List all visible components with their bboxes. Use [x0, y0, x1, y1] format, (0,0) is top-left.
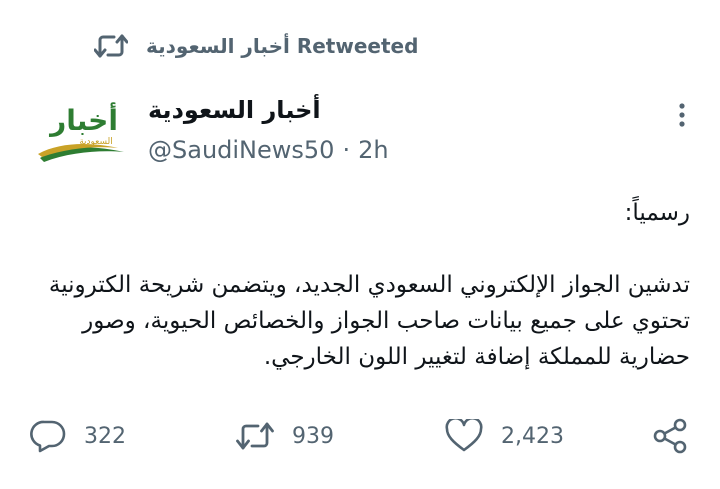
- share-icon: [652, 418, 688, 454]
- retweet-header-text[interactable]: أخبار السعودية Retweeted: [146, 34, 418, 58]
- like-button[interactable]: 2,423: [445, 414, 564, 458]
- author-name[interactable]: أخبار السعودية: [148, 96, 321, 124]
- more-dots-icon[interactable]: [668, 100, 696, 130]
- avatar[interactable]: أخبار السعودية: [34, 96, 130, 176]
- heart-icon: [445, 419, 483, 453]
- retweet-icon: [94, 30, 128, 62]
- reply-button[interactable]: 322: [30, 414, 126, 458]
- svg-text:أخبار: أخبار: [48, 102, 118, 137]
- reply-count: 322: [84, 423, 126, 449]
- retweet-icon: [236, 420, 274, 452]
- tweet-time[interactable]: 2h: [358, 136, 388, 164]
- author-meta: @SaudiNews50 · 2h: [148, 136, 389, 164]
- retweet-button[interactable]: 939: [236, 414, 334, 458]
- tweet[interactable]: أخبار السعودية Retweeted أخبار السعودية …: [0, 0, 720, 489]
- comment-icon: [30, 419, 66, 453]
- author-handle[interactable]: @SaudiNews50: [148, 136, 334, 164]
- tweet-line-2: تدشين الجواز الإلكتروني السعودي الجديد، …: [48, 272, 690, 370]
- saudi-news-logo: أخبار السعودية: [38, 102, 124, 162]
- share-button[interactable]: [652, 414, 688, 458]
- tweet-text: رسمياً: تدشين الجواز الإلكتروني السعودي …: [30, 195, 690, 375]
- tweet-line-1: رسمياً:: [624, 200, 690, 226]
- action-bar: 322 939 2,423: [0, 414, 720, 458]
- retweet-count: 939: [292, 423, 334, 449]
- meta-separator: ·: [342, 136, 351, 164]
- like-count: 2,423: [501, 423, 564, 449]
- retweet-header: أخبار السعودية Retweeted: [94, 30, 418, 62]
